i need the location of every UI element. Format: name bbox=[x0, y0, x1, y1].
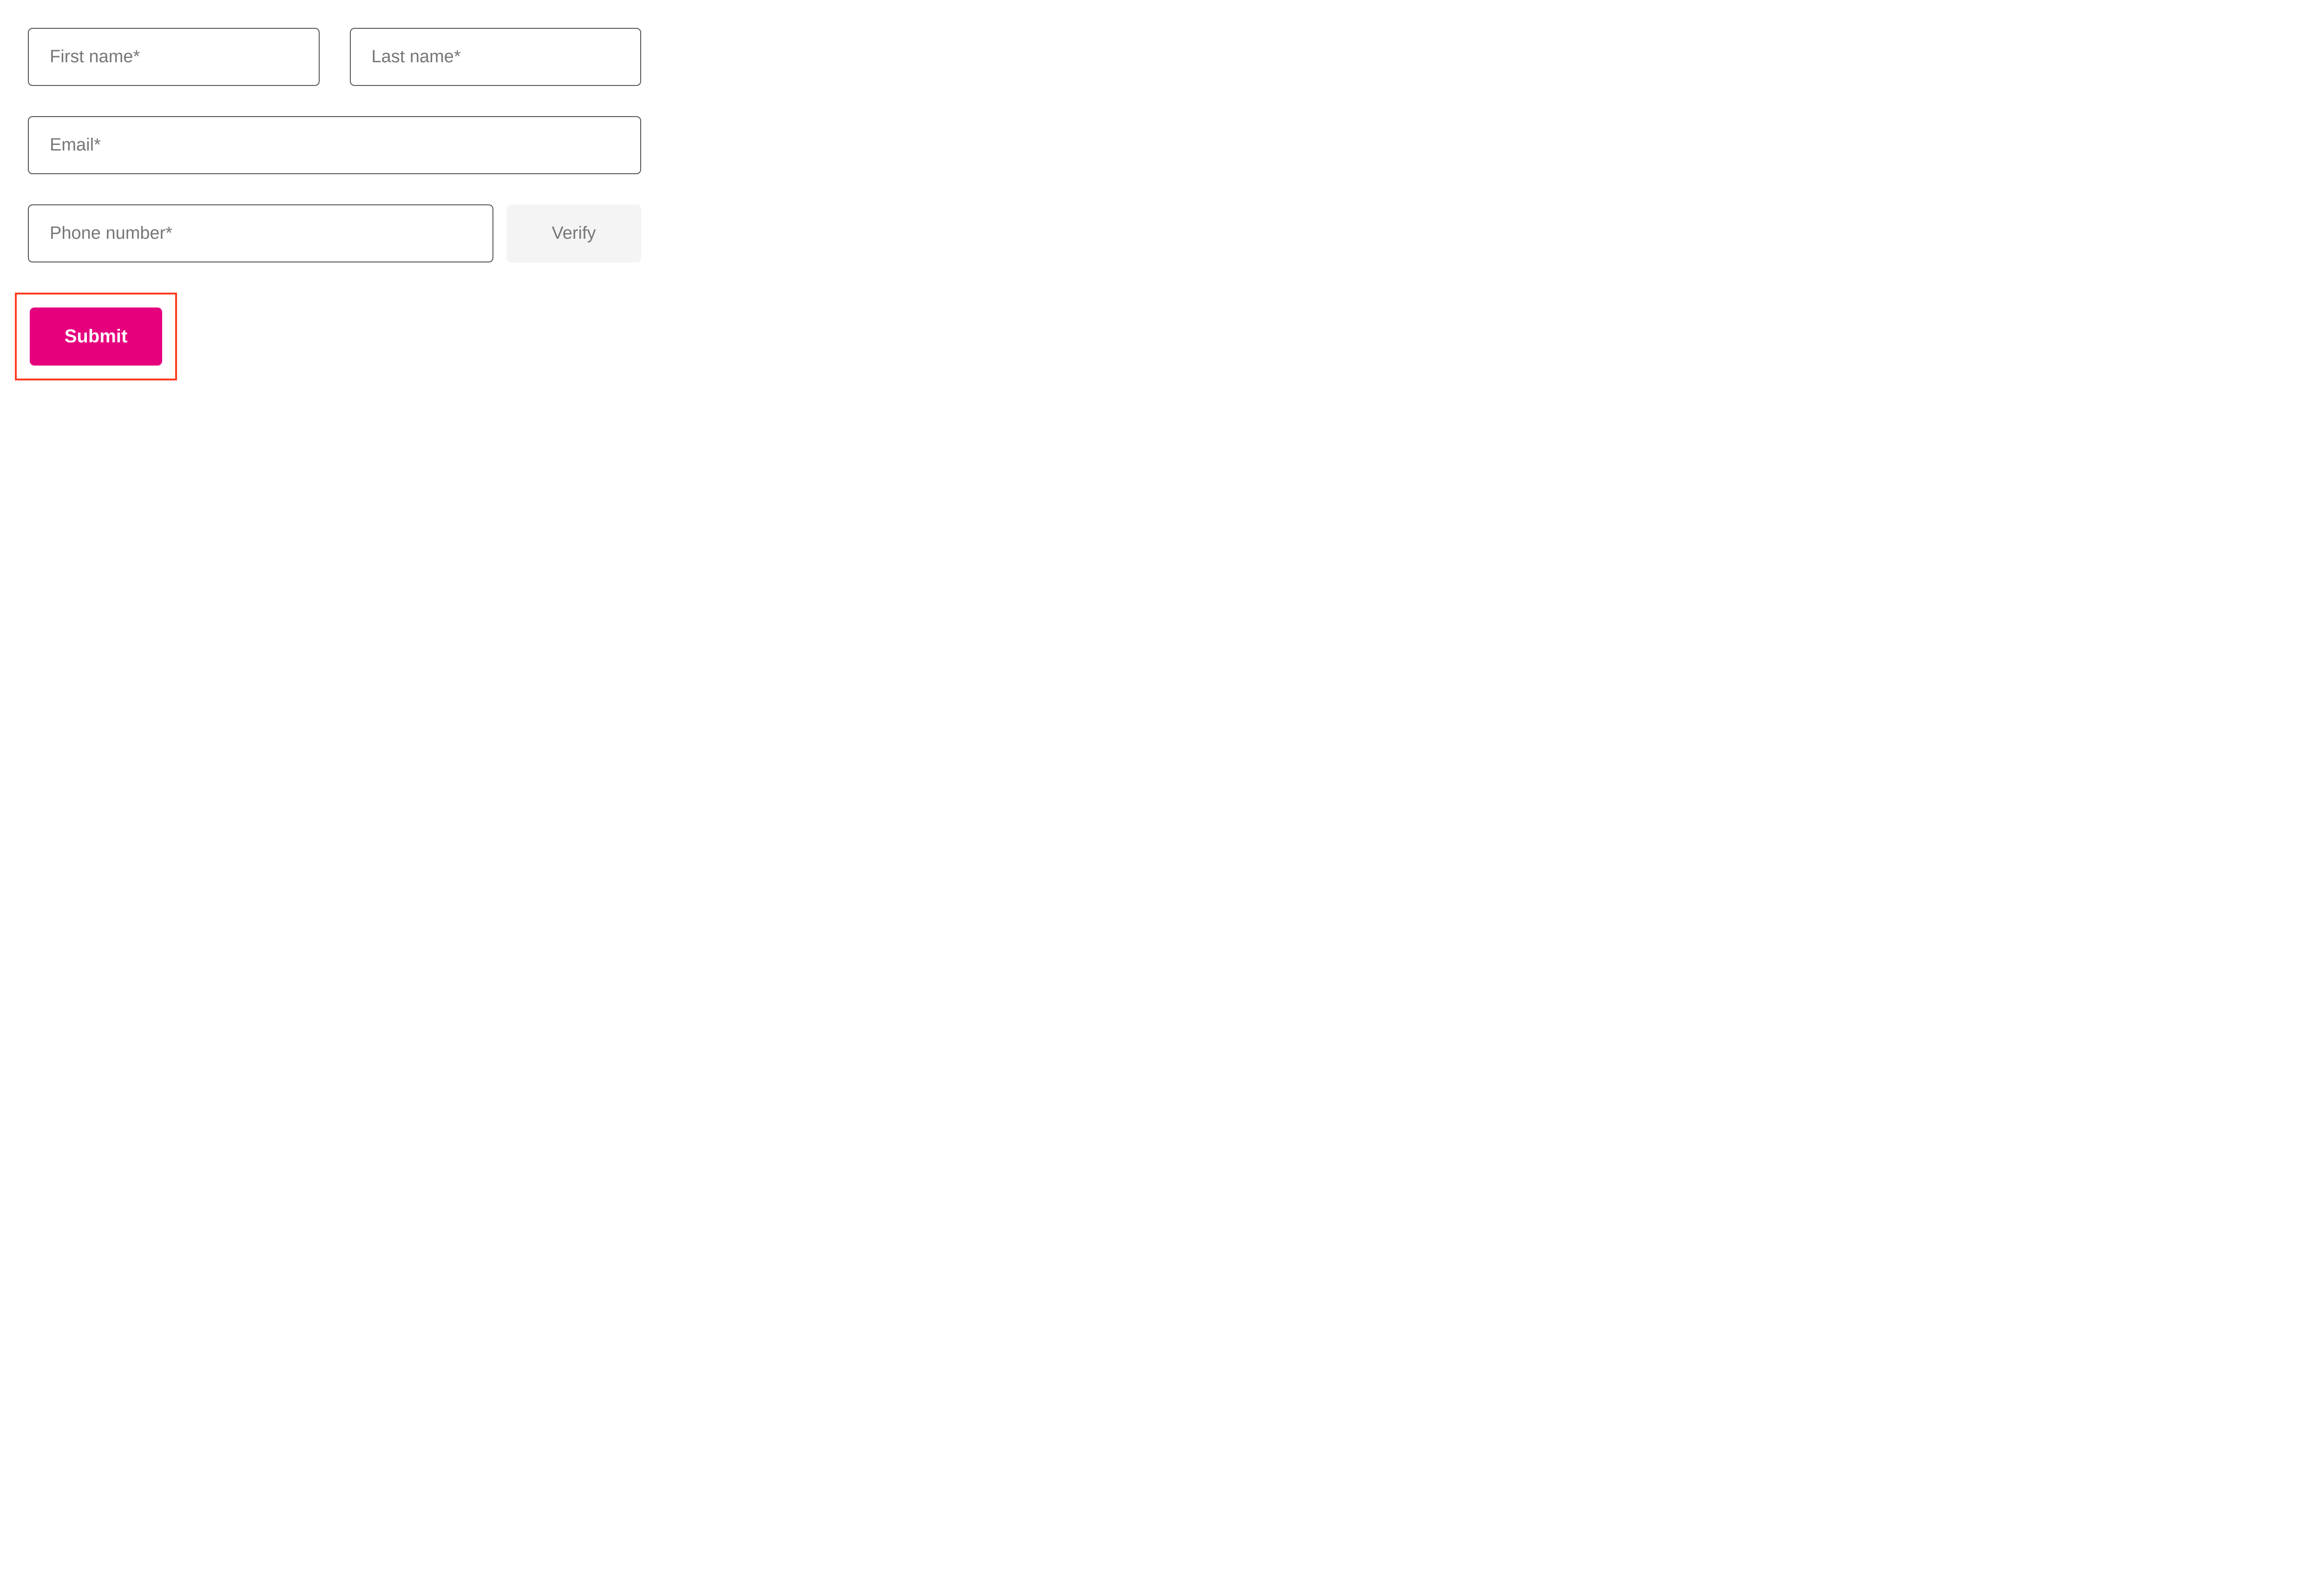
first-name-input[interactable] bbox=[28, 28, 320, 86]
email-row bbox=[28, 116, 641, 174]
phone-row: Verify bbox=[28, 204, 641, 262]
verify-button[interactable]: Verify bbox=[506, 204, 641, 262]
submit-highlight-box: Submit bbox=[15, 293, 177, 380]
last-name-input[interactable] bbox=[350, 28, 642, 86]
email-input[interactable] bbox=[28, 116, 641, 174]
phone-number-input[interactable] bbox=[28, 204, 493, 262]
form-container: Verify Submit bbox=[28, 28, 641, 380]
submit-button[interactable]: Submit bbox=[30, 307, 162, 366]
name-row bbox=[28, 28, 641, 86]
